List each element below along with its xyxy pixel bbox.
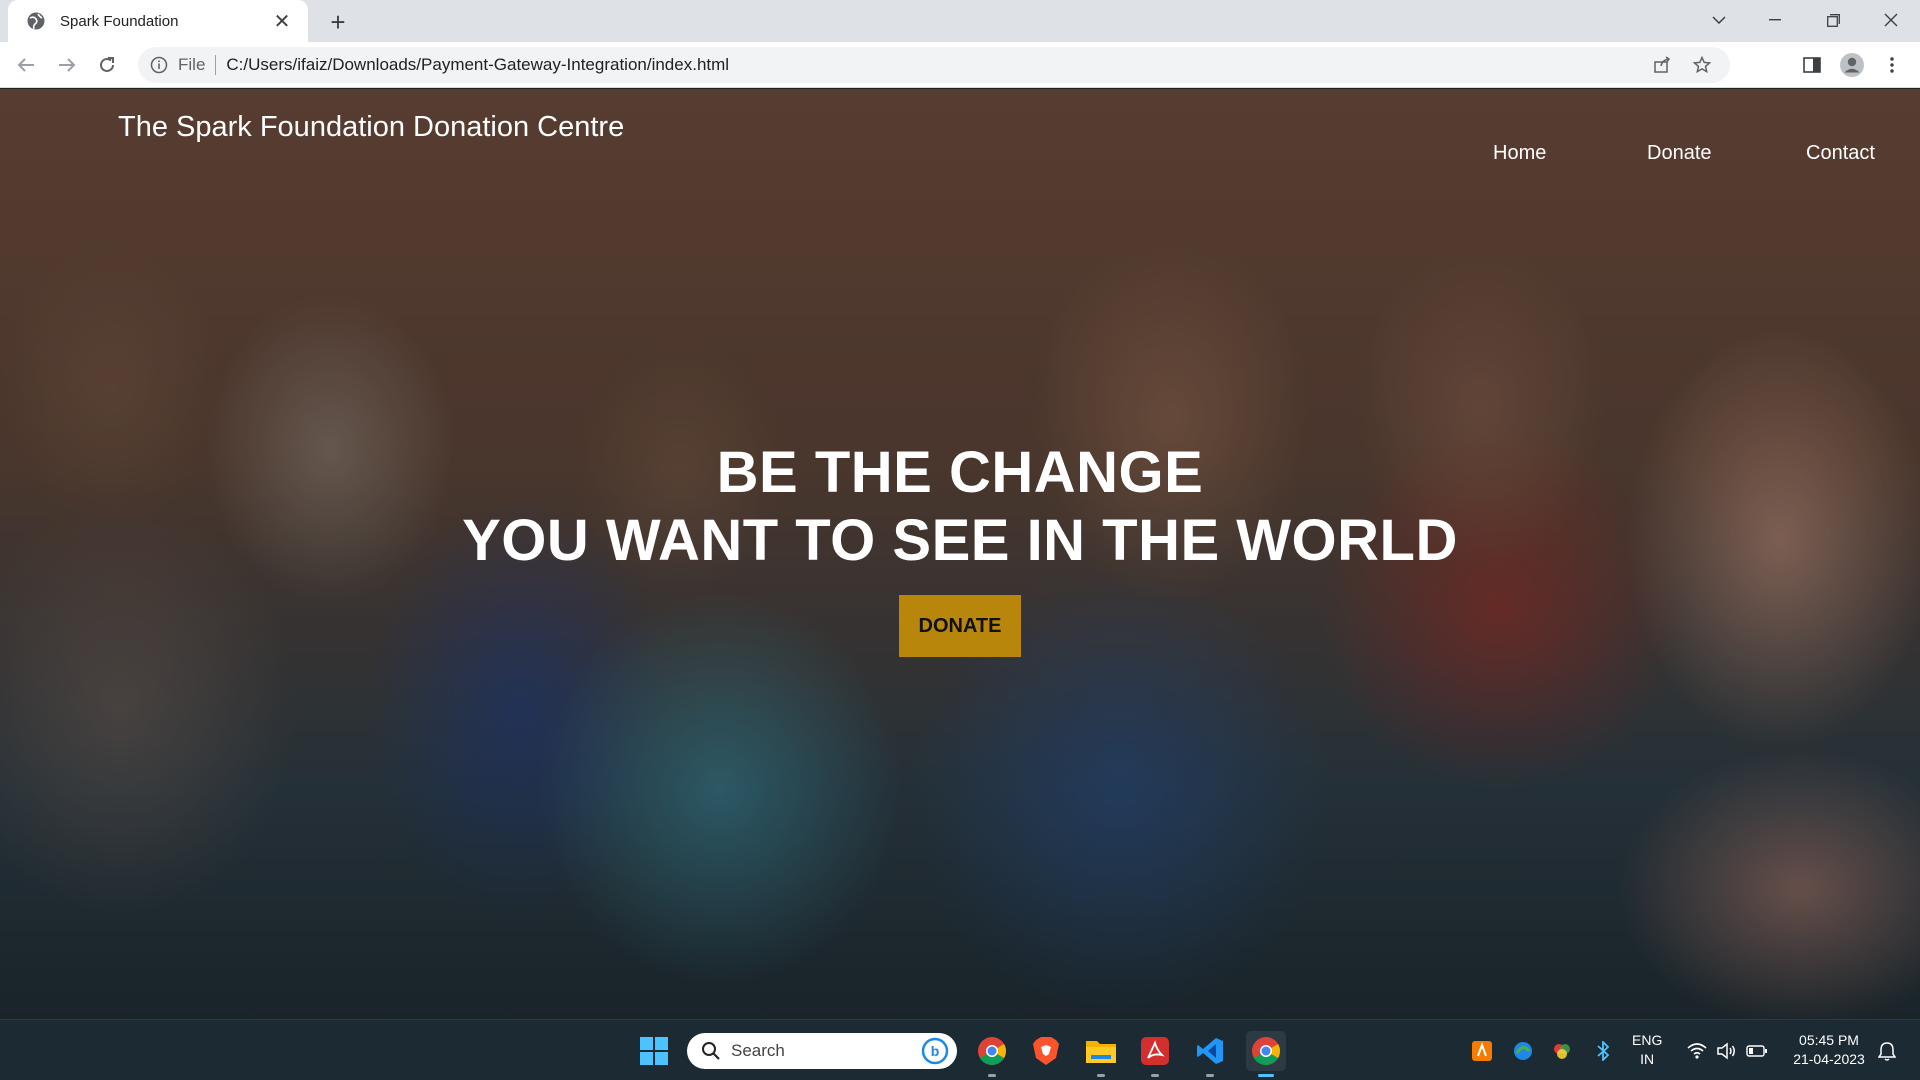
address-bar[interactable]: File C:/Users/ifaiz/Downloads/Payment-Ga… bbox=[138, 47, 1730, 83]
search-icon bbox=[702, 1042, 720, 1060]
donate-button[interactable]: DONATE bbox=[899, 595, 1021, 657]
battery-icon[interactable] bbox=[1746, 1040, 1768, 1062]
side-panel-icon[interactable] bbox=[1796, 49, 1828, 81]
hero-headline-line2: YOU WANT TO SEE IN THE WORLD bbox=[462, 508, 1458, 573]
region-code: IN bbox=[1640, 1051, 1655, 1067]
bookmark-star-icon[interactable] bbox=[1686, 49, 1718, 81]
active-indicator bbox=[1258, 1074, 1274, 1077]
new-tab-button[interactable]: + bbox=[324, 7, 352, 37]
vscode-icon[interactable] bbox=[1190, 1031, 1230, 1077]
wifi-icon[interactable] bbox=[1686, 1040, 1708, 1062]
chrome-active-icon[interactable] bbox=[1246, 1031, 1286, 1077]
clock-time: 05:45 PM bbox=[1799, 1032, 1859, 1048]
tray-color-app-icon[interactable] bbox=[1551, 1040, 1573, 1062]
file-explorer-icon[interactable] bbox=[1081, 1031, 1121, 1077]
nav-contact[interactable]: Contact bbox=[1806, 142, 1875, 165]
tray-edge-icon[interactable] bbox=[1512, 1040, 1534, 1062]
acrobat-icon[interactable] bbox=[1135, 1031, 1175, 1077]
svg-text:b: b bbox=[931, 1043, 940, 1059]
browser-toolbar: File C:/Users/ifaiz/Downloads/Payment-Ga… bbox=[0, 42, 1920, 88]
chrome-icon[interactable] bbox=[972, 1031, 1012, 1077]
browser-tab[interactable]: Spark Foundation ✕ bbox=[8, 0, 308, 42]
running-indicator bbox=[1206, 1074, 1214, 1077]
language-indicator[interactable]: ENG IN bbox=[1632, 1031, 1662, 1069]
tab-title: Spark Foundation bbox=[60, 12, 179, 30]
browser-tabstrip: Spark Foundation ✕ + bbox=[0, 0, 1920, 42]
brave-icon[interactable] bbox=[1026, 1031, 1066, 1071]
restore-icon[interactable] bbox=[1810, 0, 1856, 40]
forward-arrow-icon[interactable] bbox=[51, 49, 83, 81]
notification-bell-icon[interactable] bbox=[1876, 1040, 1898, 1062]
menu-kebab-icon[interactable] bbox=[1876, 49, 1908, 81]
profile-avatar-icon[interactable] bbox=[1836, 49, 1868, 81]
bluetooth-icon[interactable] bbox=[1592, 1040, 1614, 1062]
volume-icon[interactable] bbox=[1716, 1040, 1738, 1062]
close-window-icon[interactable] bbox=[1868, 0, 1914, 40]
site-brand[interactable]: The Spark Foundation Donation Centre bbox=[118, 111, 624, 144]
tab-search-chevron-icon[interactable] bbox=[1696, 0, 1742, 40]
taskbar-search[interactable]: Search b bbox=[687, 1033, 957, 1069]
language-code: ENG bbox=[1632, 1032, 1663, 1048]
bing-icon[interactable]: b bbox=[921, 1037, 949, 1065]
url-text[interactable]: C:/Users/ifaiz/Downloads/Payment-Gateway… bbox=[226, 55, 729, 75]
nav-donate[interactable]: Donate bbox=[1647, 142, 1712, 165]
share-icon[interactable] bbox=[1646, 49, 1678, 81]
nav-home[interactable]: Home bbox=[1493, 142, 1546, 165]
running-indicator bbox=[1151, 1074, 1159, 1077]
globe-icon bbox=[27, 12, 45, 30]
windows-taskbar: Search b ENG IN 05:45 PM 21-04-2023 bbox=[0, 1019, 1920, 1080]
tab-close-icon[interactable]: ✕ bbox=[270, 9, 294, 33]
clock[interactable]: 05:45 PM 21-04-2023 bbox=[1784, 1031, 1874, 1069]
reload-icon[interactable] bbox=[91, 49, 123, 81]
clock-date: 21-04-2023 bbox=[1793, 1051, 1865, 1067]
info-icon[interactable] bbox=[150, 56, 168, 74]
running-indicator bbox=[1097, 1074, 1105, 1077]
back-arrow-icon[interactable] bbox=[10, 49, 42, 81]
running-indicator bbox=[988, 1074, 996, 1077]
windows-start-icon[interactable] bbox=[634, 1031, 674, 1071]
omnibox-divider bbox=[215, 55, 217, 75]
hero-headline-line1: BE THE CHANGE bbox=[716, 440, 1204, 505]
hero-section: The Spark Foundation Donation Centre Hom… bbox=[0, 89, 1920, 1019]
scheme-label: File bbox=[178, 55, 206, 74]
tray-app-orange-icon[interactable] bbox=[1471, 1040, 1493, 1062]
minimize-icon[interactable] bbox=[1752, 0, 1798, 40]
search-placeholder: Search bbox=[731, 1041, 785, 1060]
